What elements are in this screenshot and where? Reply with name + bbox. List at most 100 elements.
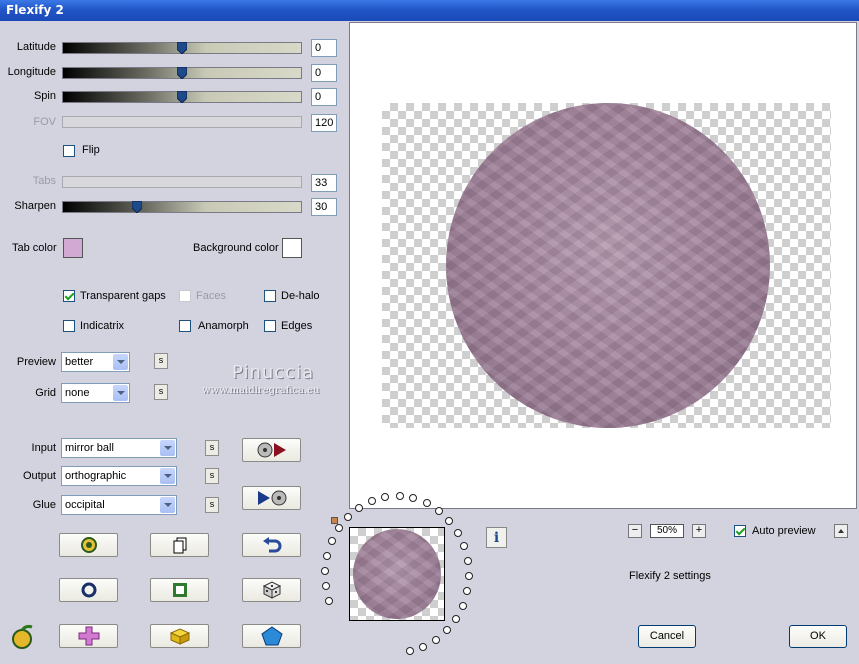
tab-color-label: Tab color — [12, 242, 57, 254]
info-button[interactable]: i — [486, 527, 507, 548]
edges-checkbox[interactable] — [264, 320, 276, 332]
rotation-ring-dot[interactable] — [431, 635, 440, 644]
navigator-thumbnail[interactable] — [349, 527, 445, 621]
spin-input[interactable]: 0 — [311, 88, 337, 106]
preview-quality-label: Preview — [16, 356, 56, 368]
input-s-button[interactable]: s — [205, 440, 219, 456]
collapse-button[interactable] — [834, 524, 848, 538]
latitude-input[interactable]: 0 — [311, 39, 337, 57]
slider-thumb-icon[interactable] — [177, 42, 187, 54]
play-output-button[interactable] — [242, 486, 301, 510]
zoom-in-button[interactable]: + — [692, 524, 706, 538]
transparent-gaps-checkbox[interactable] — [63, 290, 75, 302]
sharpen-slider[interactable] — [62, 201, 302, 213]
rotation-ring-dot[interactable] — [405, 646, 414, 655]
sharpen-input[interactable]: 30 — [311, 198, 337, 216]
rotation-ring-dot[interactable] — [395, 492, 404, 501]
spin-slider[interactable] — [62, 91, 302, 103]
longitude-label: Longitude — [7, 66, 56, 78]
circle-icon — [81, 582, 96, 598]
slider-thumb-icon[interactable] — [132, 201, 142, 213]
rotation-ring-dot[interactable] — [460, 542, 469, 551]
watermark-name: Pinuccia — [232, 362, 315, 383]
pentagon-icon — [260, 626, 283, 646]
faces-checkbox — [179, 290, 191, 302]
preview-quality-s-button[interactable]: s — [154, 353, 168, 369]
output-s-button[interactable]: s — [205, 468, 219, 484]
longitude-input[interactable]: 0 — [311, 64, 337, 82]
tabs-input[interactable]: 33 — [311, 174, 337, 192]
latitude-slider[interactable] — [62, 42, 302, 54]
rotation-ring-dot[interactable] — [463, 587, 472, 596]
window-title: Flexify 2 — [6, 3, 64, 17]
rotation-ring-dot[interactable] — [445, 516, 454, 525]
preview-canvas[interactable] — [349, 22, 857, 509]
cross-button[interactable] — [59, 624, 118, 648]
grid-s-button[interactable]: s — [154, 384, 168, 400]
background-color-swatch[interactable] — [282, 238, 302, 258]
chevron-down-icon[interactable] — [160, 468, 175, 484]
rotation-ring-dot[interactable] — [325, 596, 334, 605]
play-input-icon — [257, 442, 286, 458]
grid-label: Grid — [35, 387, 56, 399]
circle-button[interactable] — [59, 578, 118, 602]
auto-preview-checkbox[interactable] — [734, 525, 746, 537]
cancel-button[interactable]: Cancel — [638, 625, 696, 648]
randomize-button[interactable] — [59, 533, 118, 557]
output-select[interactable]: orthographic — [61, 466, 177, 486]
rotation-ring-dot[interactable] — [458, 601, 467, 610]
undo-button[interactable] — [242, 533, 301, 557]
rotation-ring-dot[interactable] — [454, 528, 463, 537]
rotation-ring-dot[interactable] — [334, 524, 343, 533]
rotation-ring-dot[interactable] — [367, 496, 376, 505]
chevron-down-icon[interactable] — [113, 354, 128, 370]
rotation-ring-dot[interactable] — [463, 556, 472, 565]
input-select[interactable]: mirror ball — [61, 438, 177, 458]
flip-checkbox[interactable] — [63, 145, 75, 157]
play-input-button[interactable] — [242, 438, 301, 462]
slider-thumb-icon[interactable] — [177, 91, 187, 103]
preview-quality-select[interactable]: better — [61, 352, 130, 372]
anamorph-label: Anamorph — [198, 320, 249, 332]
rotation-ring-dot[interactable] — [344, 512, 353, 521]
fov-slider — [62, 116, 302, 128]
output-label: Output — [22, 470, 56, 482]
rotation-ring-dot[interactable] — [327, 537, 336, 546]
pentagon-button[interactable] — [242, 624, 301, 648]
rotation-ring-dot[interactable] — [464, 572, 473, 581]
navigator-handle[interactable] — [331, 517, 338, 524]
fov-input: 120 — [311, 114, 337, 132]
rotation-ring-dot[interactable] — [321, 566, 330, 575]
longitude-slider[interactable] — [62, 67, 302, 79]
glue-s-button[interactable]: s — [205, 497, 219, 513]
latitude-label: Latitude — [16, 41, 56, 53]
zoom-out-button[interactable]: − — [628, 524, 642, 538]
chevron-down-icon[interactable] — [113, 385, 128, 401]
mirror-ball-preview — [446, 103, 770, 428]
input-label: Input — [31, 442, 56, 454]
square-button[interactable] — [150, 578, 209, 602]
rotation-ring-dot[interactable] — [422, 498, 431, 507]
rotation-ring-dot[interactable] — [321, 581, 330, 590]
rotation-ring-dot[interactable] — [442, 626, 451, 635]
chevron-down-icon[interactable] — [160, 497, 175, 513]
navigator-sphere — [353, 529, 441, 619]
anamorph-checkbox[interactable] — [179, 320, 191, 332]
rotation-ring-dot[interactable] — [451, 614, 460, 623]
indicatrix-checkbox[interactable] — [63, 320, 75, 332]
glue-select[interactable]: occipital — [61, 495, 177, 515]
chevron-down-icon[interactable] — [160, 440, 175, 456]
rotation-ring-dot[interactable] — [434, 506, 443, 515]
grid-select[interactable]: none — [61, 383, 130, 403]
cube-button[interactable] — [150, 624, 209, 648]
slider-thumb-icon[interactable] — [177, 67, 187, 79]
ok-button[interactable]: OK — [789, 625, 847, 648]
tab-color-swatch[interactable] — [63, 238, 83, 258]
rotation-ring-dot[interactable] — [419, 642, 428, 651]
rotation-ring-dot[interactable] — [355, 503, 364, 512]
de-halo-checkbox[interactable] — [264, 290, 276, 302]
rotation-ring-dot[interactable] — [323, 551, 332, 560]
new-button[interactable] — [150, 533, 209, 557]
dice-button[interactable] — [242, 578, 301, 602]
new-page-icon — [173, 537, 186, 554]
